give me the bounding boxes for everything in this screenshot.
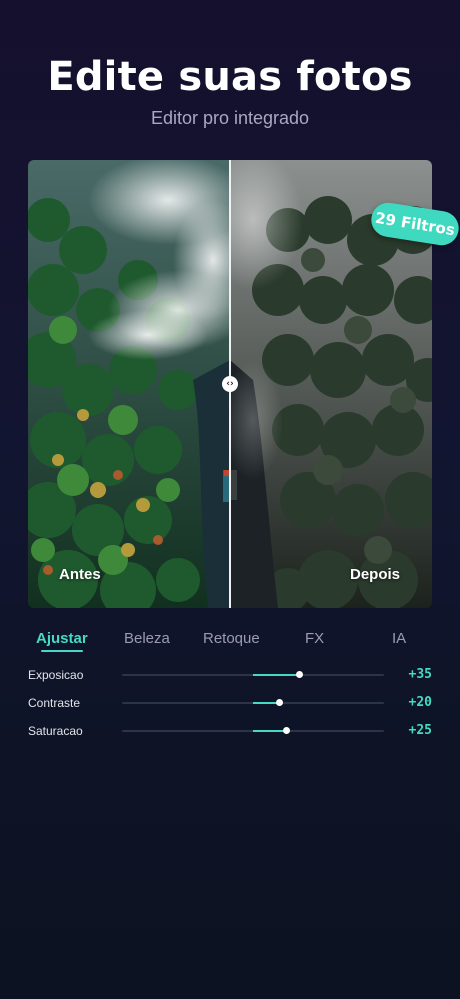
slider-fill <box>253 730 286 732</box>
exposicao-slider[interactable] <box>122 671 384 678</box>
subheadline: Editor pro integrado <box>150 108 310 128</box>
after-label: Depois <box>349 566 400 583</box>
contraste-slider[interactable] <box>122 699 384 706</box>
tab-label: Ajustar <box>36 630 88 647</box>
tab-fx[interactable]: FX <box>305 630 324 647</box>
slider-row-saturacao: Saturacao +25 <box>0 720 460 742</box>
slider-row-exposicao: Exposicao +35 <box>0 664 460 686</box>
slider-fill <box>253 674 299 676</box>
tab-ajustar[interactable]: Ajustar <box>36 630 88 652</box>
slider-value: +20 <box>408 695 432 710</box>
slider-value: +35 <box>408 667 432 682</box>
editor-tabs: Ajustar Beleza Retoque FX IA <box>0 628 460 658</box>
tab-retoque[interactable]: Retoque <box>203 630 260 647</box>
slider-label: Exposicao <box>28 668 84 682</box>
active-tab-indicator <box>41 650 83 652</box>
slider-label: Contraste <box>28 696 81 710</box>
slider-value: +25 <box>408 723 432 738</box>
before-label: Antes <box>59 566 101 583</box>
compare-handle-icon[interactable]: ‹› <box>222 376 238 392</box>
before-after-photo[interactable]: ‹› Antes Depois <box>28 160 432 608</box>
tab-beleza[interactable]: Beleza <box>124 630 170 647</box>
slider-thumb[interactable] <box>295 671 303 678</box>
tab-ia[interactable]: IA <box>392 630 406 647</box>
headline: Edite suas fotos <box>47 54 413 100</box>
saturacao-slider[interactable] <box>122 727 384 734</box>
slider-thumb[interactable] <box>276 699 284 706</box>
slider-thumb[interactable] <box>282 727 290 734</box>
slider-label: Saturacao <box>28 724 83 738</box>
slider-row-contraste: Contraste +20 <box>0 692 460 714</box>
